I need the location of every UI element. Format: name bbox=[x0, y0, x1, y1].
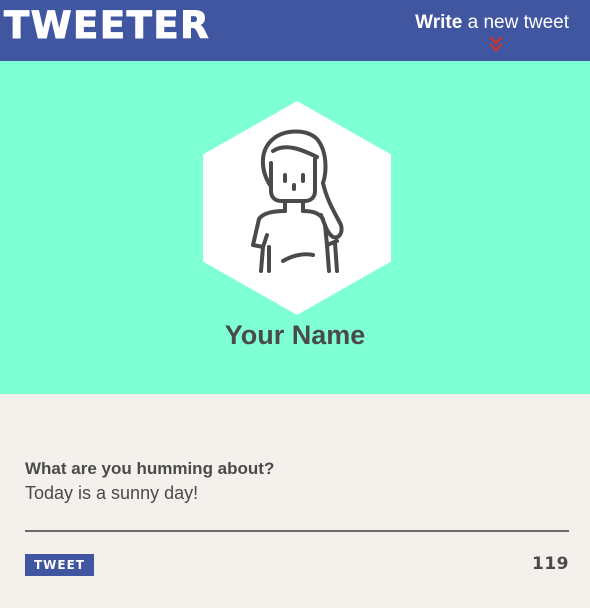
profile-banner: Your Name bbox=[0, 61, 590, 394]
write-new-tweet-toggle[interactable]: Write a new tweet bbox=[415, 12, 569, 34]
tweet-textarea[interactable]: Today is a sunny day! bbox=[25, 483, 565, 504]
tweet-prompt-label: What are you humming about? bbox=[25, 459, 275, 478]
composer-divider bbox=[25, 530, 569, 532]
user-name: Your Name bbox=[224, 320, 366, 350]
compose-strong-text: Write bbox=[415, 12, 463, 33]
app-logo: TWEETER bbox=[3, 4, 211, 47]
tweet-button[interactable]: TWEET bbox=[25, 554, 94, 576]
top-nav: TWEETER Write a new tweet bbox=[0, 0, 590, 61]
compose-rest-text: a new tweet bbox=[462, 12, 569, 33]
double-chevron-down-icon[interactable] bbox=[488, 35, 504, 53]
character-counter: 119 bbox=[532, 554, 569, 574]
tweet-composer: What are you humming about? Today is a s… bbox=[0, 394, 590, 608]
woman-avatar-icon bbox=[251, 129, 344, 273]
